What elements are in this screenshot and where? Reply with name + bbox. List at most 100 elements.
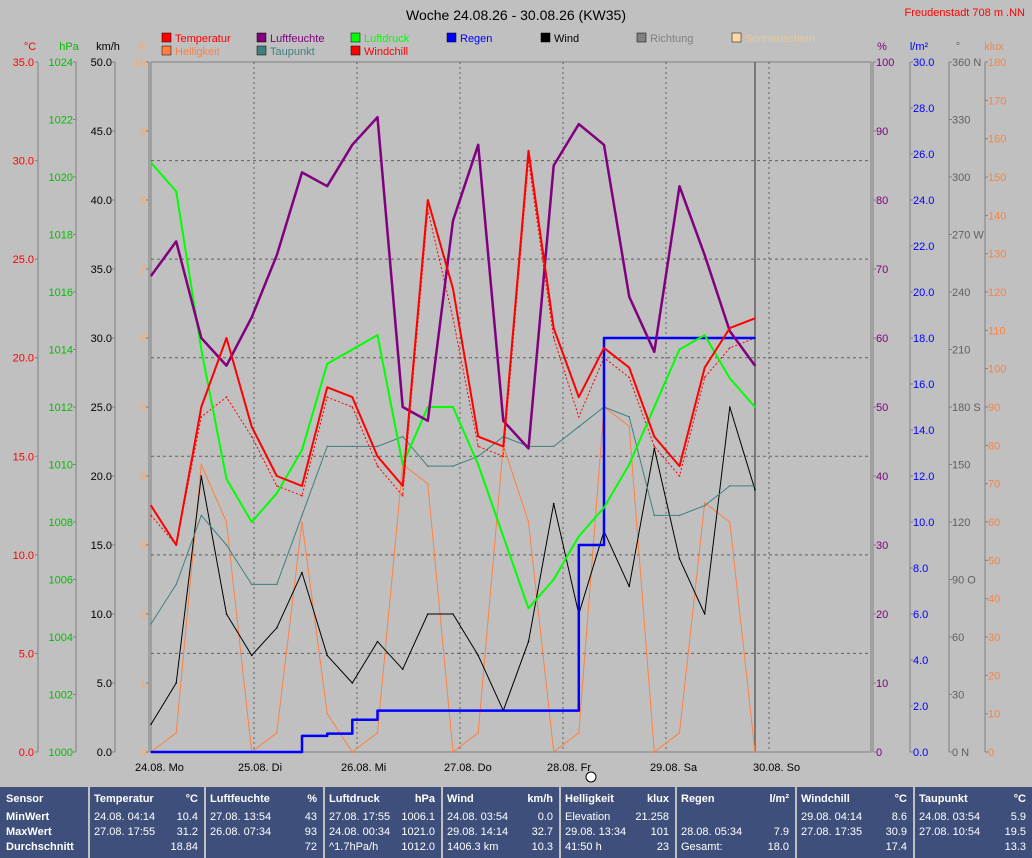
legend-item: Sonnenschein [731, 32, 815, 45]
stats-avg-label: 41:50 h [565, 841, 602, 853]
data-point [452, 219, 454, 222]
data-point [729, 327, 731, 329]
axis-tick-label: 10.0 [91, 609, 112, 621]
axis-tick-label: 28.0 [913, 103, 934, 115]
chart-svg: 35.030.025.020.015.010.05.00.0°C10241022… [0, 0, 1032, 787]
data-point [653, 351, 656, 353]
data-point [225, 396, 228, 398]
axis-tick-label: 150 [988, 172, 1006, 184]
stats-min-time: 27.08. 13:54 [210, 811, 272, 823]
data-point [653, 445, 656, 448]
data-point [276, 732, 278, 734]
axis-tick-label: 330 [952, 115, 970, 127]
axis-tick-label: 8.0 [913, 563, 928, 575]
stats-avg-value: 18.0 [767, 841, 789, 853]
data-point [729, 521, 731, 523]
axis-tick-label: 30.0 [913, 57, 934, 69]
legend-swatch [161, 45, 172, 56]
data-point [200, 475, 203, 477]
day-label: 27.08. Do [444, 762, 492, 774]
data-point [578, 535, 580, 538]
weather-week-chart: 35.0 30.0 25.0 20.0 15.0 10.0 5.0 0.0 °C 1024 1022… [0, 0, 1032, 858]
data-point [326, 445, 329, 448]
data-point [452, 317, 454, 320]
axis-tick-label: 20.0 [913, 287, 934, 299]
stats-header: Taupunkt [919, 793, 968, 805]
data-point [552, 445, 555, 448]
stats-label-max: MaxWert [6, 826, 52, 838]
day-label: 30.08. So [753, 762, 800, 774]
data-point [578, 396, 580, 398]
stats-min-value: 0.0 [537, 811, 553, 823]
axis-tick-label: 130 [988, 249, 1006, 261]
data-point [502, 455, 505, 458]
legend-swatch [350, 32, 361, 43]
axis-tick-label: 20.0 [13, 353, 34, 365]
data-point [225, 613, 228, 615]
stats-label-sensor: Sensor [6, 793, 44, 805]
axis-tick-label: 1016 [49, 287, 73, 299]
data-point [477, 144, 480, 146]
day-label: 29.08. Sa [650, 762, 698, 774]
data-point [729, 406, 731, 408]
stats-avg-value: 72 [304, 841, 317, 853]
data-point [200, 416, 203, 418]
data-point [351, 445, 354, 448]
axis-tick-label: 35.0 [13, 57, 34, 69]
data-point [301, 171, 303, 174]
data-point [351, 144, 354, 146]
data-point [276, 583, 278, 586]
data-point [175, 240, 177, 243]
data-point [225, 364, 228, 367]
data-point [527, 447, 530, 450]
data-point [301, 514, 303, 517]
stats-column-regen: Regen l/m² 28.08. 05:34 7.9 Gesamt: 18.0 [677, 787, 793, 858]
data-point [578, 416, 580, 418]
data-point [175, 682, 177, 684]
data-point [326, 396, 329, 398]
axis-tick-label: 120 [952, 517, 970, 529]
axis-tick-label: 1006 [49, 575, 73, 587]
data-point [401, 406, 404, 408]
stats-unit: % [307, 793, 317, 805]
stats-panel: Sensor MinWert MaxWert Durchschnitt Temp… [0, 787, 1032, 858]
data-point [653, 514, 656, 517]
stats-min-time: 24.08. 03:54 [447, 811, 509, 823]
axis-tick-label: 30 [952, 690, 964, 702]
data-point [628, 376, 630, 379]
data-point [351, 719, 354, 721]
day-label: 25.08. Di [238, 762, 282, 774]
stats-avg-label: Gesamt: [681, 841, 723, 853]
data-point [603, 144, 605, 146]
axis-tick-label: 4.0 [913, 655, 928, 667]
data-point [301, 485, 303, 487]
stats-column-temperatur: Temperatur °C 24.08. 04:14 10.4 27.08. 17:55… [90, 787, 202, 858]
axis-tick-label: 110 [988, 325, 1006, 337]
data-point [301, 735, 303, 737]
data-point [427, 613, 429, 615]
stats-min-value: 8.6 [891, 811, 907, 823]
data-point [200, 348, 203, 351]
data-point [326, 732, 329, 735]
data-point [326, 185, 329, 187]
axis-unit-label: ° [956, 41, 960, 53]
axis-unit-label: °C [24, 41, 36, 53]
stats-min-value: 10.4 [176, 811, 198, 823]
data-point [477, 654, 480, 657]
data-point [276, 492, 278, 495]
axis-tick-label: 60 [876, 333, 888, 345]
axis-tick-label: 40 [988, 594, 1000, 606]
data-point [376, 732, 379, 734]
data-point [552, 578, 555, 581]
axis-tick-label: 150 [952, 460, 970, 472]
axis-tick-label: 16.0 [913, 379, 934, 391]
stats-unit: °C [185, 793, 198, 805]
stats-avg-value: 23 [656, 841, 669, 853]
data-point [477, 455, 480, 458]
data-point [376, 445, 379, 448]
data-point [729, 377, 731, 380]
axis-tick-label: 1012 [49, 402, 73, 414]
axis-unit-label: l/m² [910, 41, 929, 53]
data-point [200, 463, 203, 466]
stats-header: Luftdruck [329, 793, 380, 805]
